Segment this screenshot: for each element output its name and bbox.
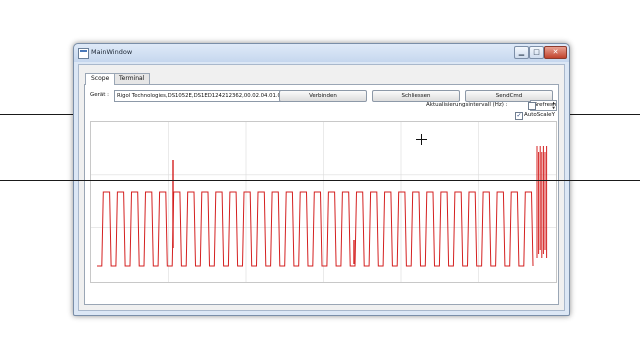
window-client: Scope Terminal Gerät : Rigol Technologie… (78, 64, 565, 311)
close-icon: ✕ (552, 48, 559, 56)
scope-plot[interactable] (90, 121, 557, 283)
crosshair-cursor-vertical (421, 134, 422, 145)
device-select-value: Rigol Technologies,DS1052E,DS1ED12421236… (117, 93, 285, 99)
title-bar[interactable]: MainWindow ▁ □ ✕ (74, 44, 569, 62)
waveform-trace (97, 191, 534, 267)
close-button[interactable]: Schliessen (372, 90, 460, 102)
close-window-button[interactable]: ✕ (544, 46, 567, 59)
device-select[interactable]: Rigol Technologies,DS1052E,DS1ED12421236… (114, 90, 286, 102)
interval-label: Aktualisierungsintervall (Hz) : (426, 102, 508, 108)
connect-button[interactable]: Verbinden (279, 90, 367, 102)
refresh-checkbox[interactable] (528, 102, 536, 110)
app-icon (78, 48, 89, 59)
autoscale-label: AutoScaleY (524, 112, 555, 118)
scope-panel: Gerät : Rigol Technologies,DS1052E,DS1ED… (84, 84, 559, 305)
autoscale-checkbox[interactable]: ✓ (515, 112, 523, 120)
maximize-button[interactable]: □ (529, 46, 544, 59)
refresh-label: refresh (537, 102, 557, 108)
tab-terminal[interactable]: Terminal (113, 73, 151, 84)
minimize-button[interactable]: ▁ (514, 46, 529, 59)
overlay-line-bottom (0, 180, 640, 181)
maximize-icon: □ (533, 48, 540, 56)
device-label: Gerät : (90, 92, 110, 98)
window-title: MainWindow (91, 48, 133, 56)
waveform-chart (91, 122, 556, 282)
minimize-icon: ▁ (518, 48, 525, 56)
tab-scope[interactable]: Scope (85, 73, 116, 85)
